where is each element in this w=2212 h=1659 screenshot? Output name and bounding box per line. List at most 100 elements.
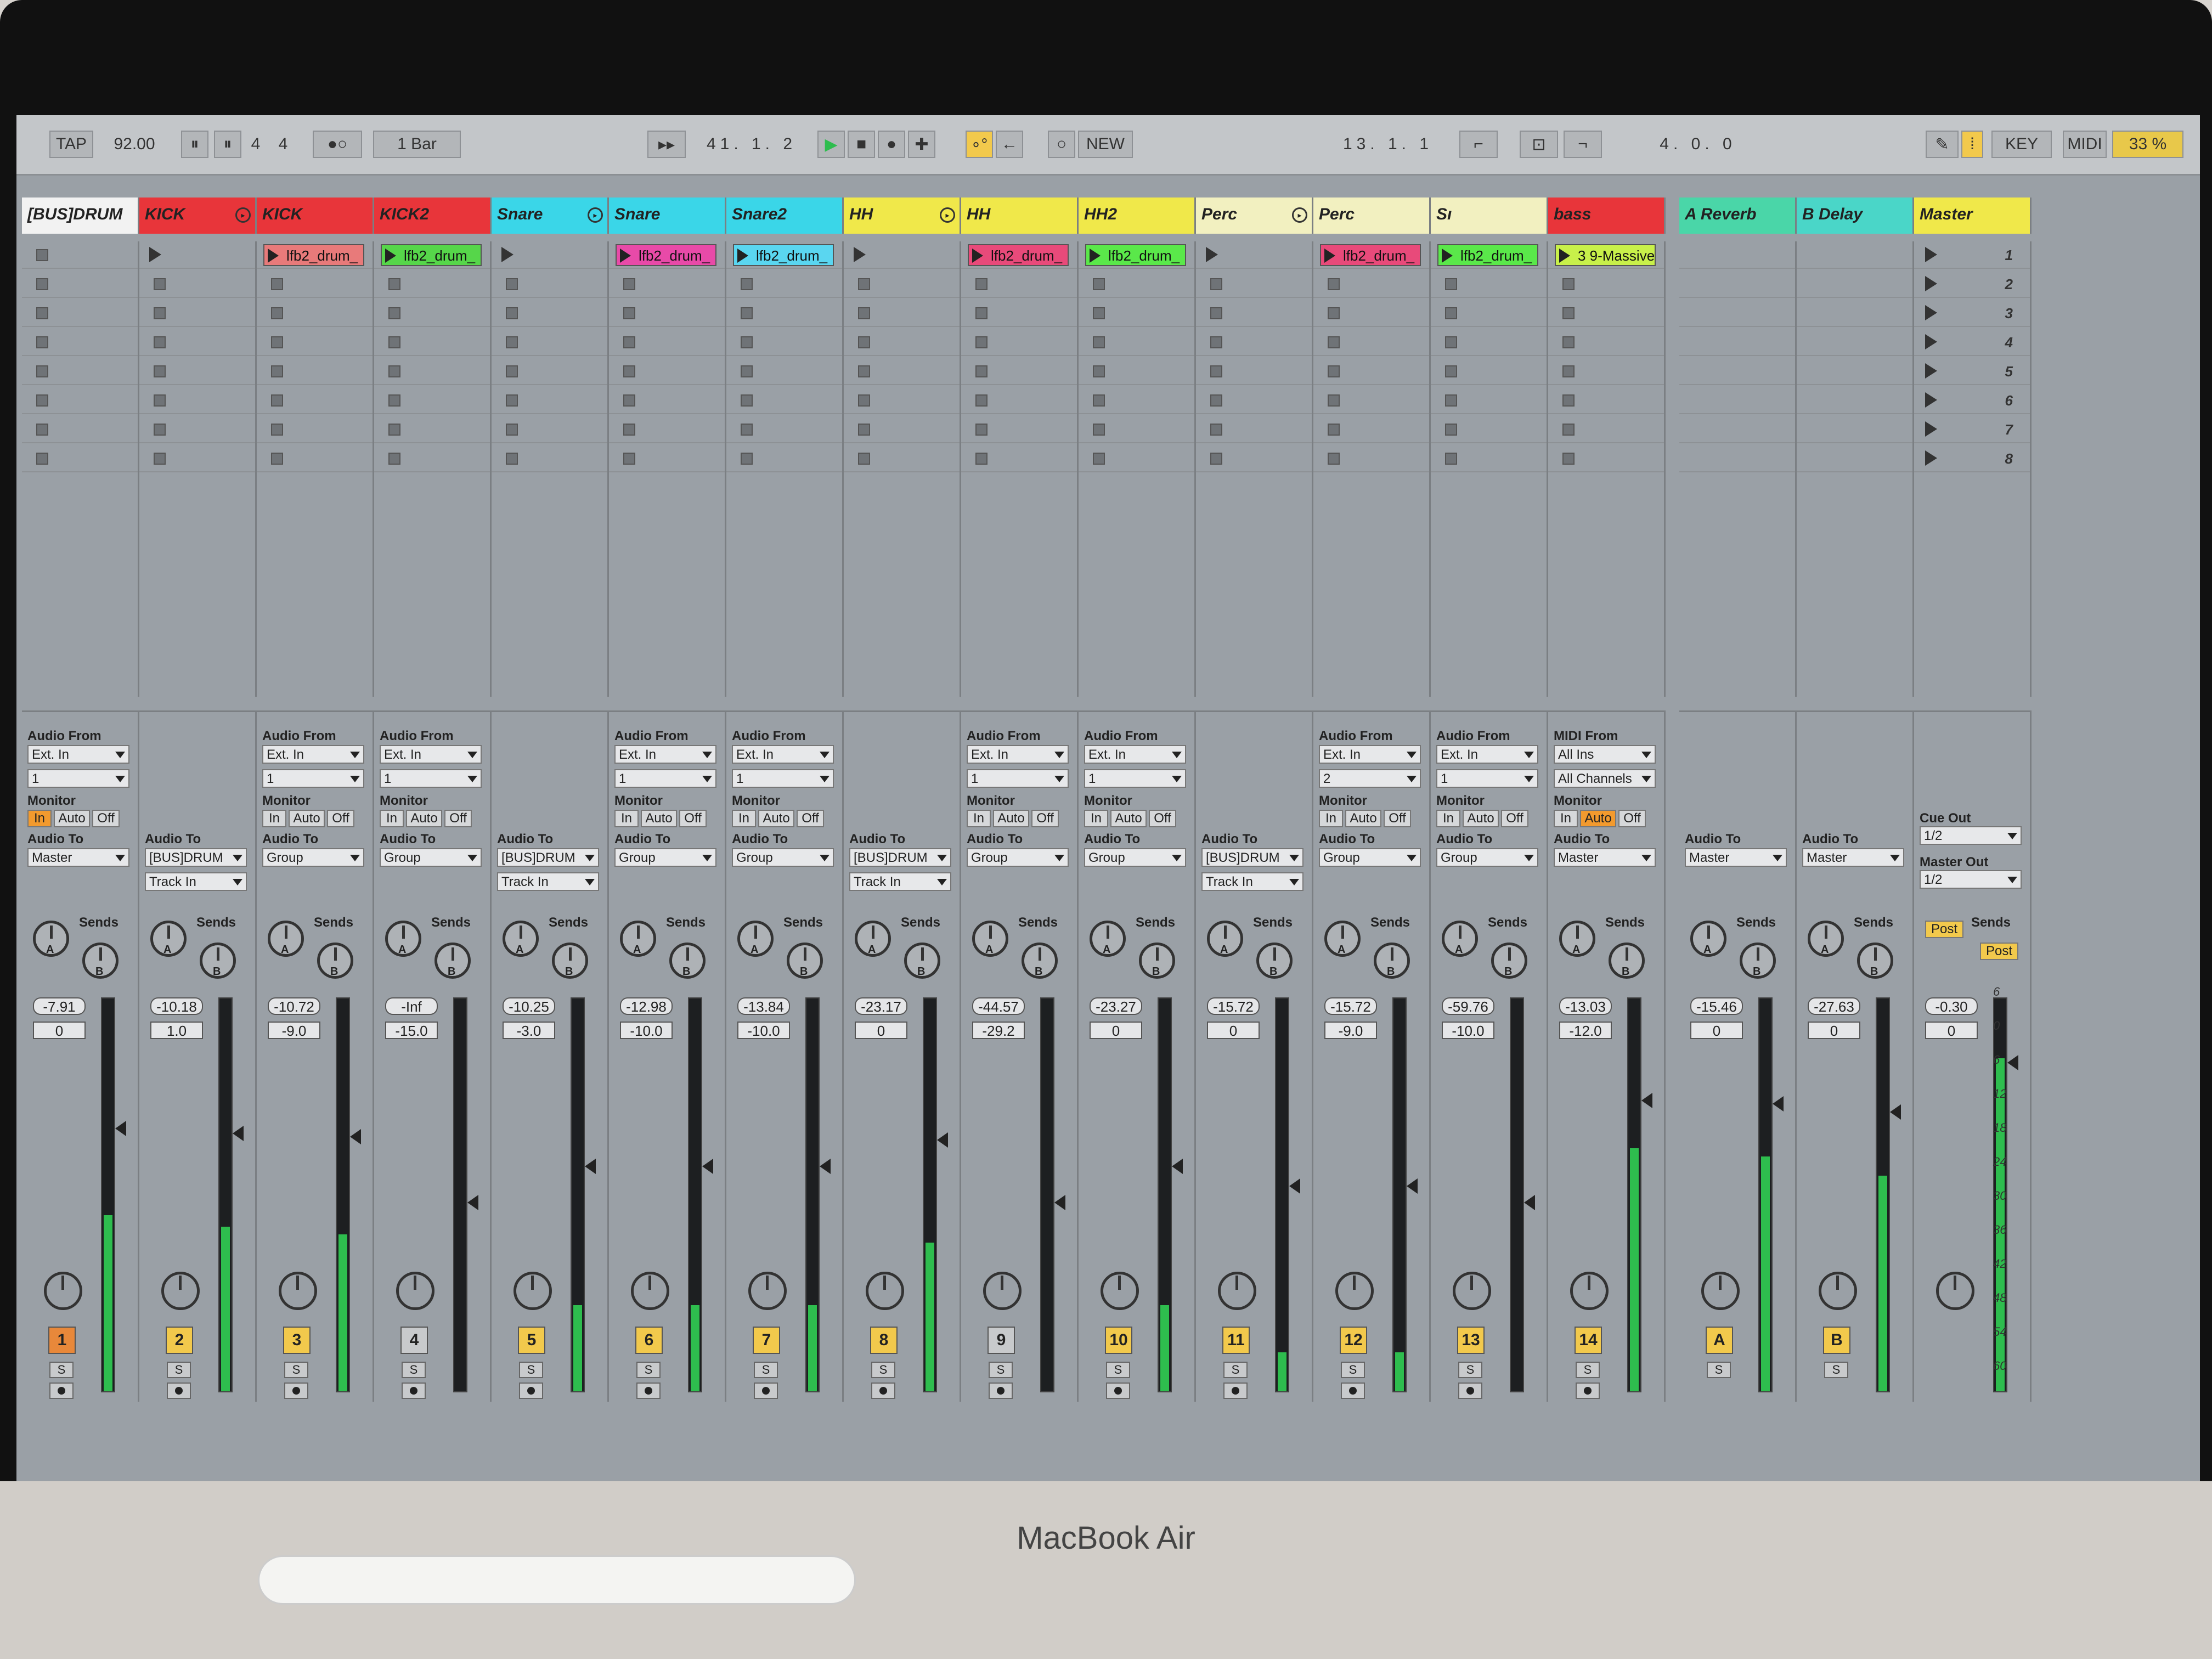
clip-stop-icon[interactable] (858, 424, 870, 436)
clip-slot[interactable] (1797, 300, 1912, 327)
clip-stop-icon[interactable] (1445, 424, 1457, 436)
clip-slot[interactable] (1797, 329, 1912, 356)
volume-readout[interactable]: -15.72 (1324, 997, 1377, 1015)
clip-stop-icon[interactable] (506, 365, 518, 377)
clip-stop-icon[interactable] (1210, 394, 1222, 407)
pan-knob[interactable] (279, 1272, 317, 1310)
clip-stop-icon[interactable] (506, 453, 518, 465)
clip-slot[interactable] (374, 329, 490, 356)
clip-stop-icon[interactable] (975, 365, 988, 377)
solo-button[interactable]: S (1223, 1362, 1248, 1378)
clip-stop-icon[interactable] (271, 424, 283, 436)
punch-in-icon[interactable]: ⌐ (1459, 131, 1498, 158)
return-post-button[interactable]: Post (1980, 943, 2018, 960)
clip-stop-icon[interactable] (975, 278, 988, 290)
clip-stop-icon[interactable] (858, 365, 870, 377)
pan-knob[interactable] (396, 1272, 435, 1310)
clip-stop-icon[interactable] (975, 453, 988, 465)
clip-stop-icon[interactable] (741, 365, 753, 377)
volume-fader-handle[interactable] (115, 1121, 126, 1136)
monitor-off-button[interactable]: Off (797, 810, 824, 827)
clip-slot[interactable] (1548, 416, 1664, 443)
arm-record-button[interactable] (284, 1383, 308, 1399)
clip-stop-icon[interactable] (1328, 453, 1340, 465)
clip-slot[interactable] (961, 445, 1077, 472)
group-fold-icon[interactable]: ▸ (235, 207, 251, 223)
clip-slot[interactable] (609, 416, 725, 443)
clip-stop-icon[interactable] (388, 336, 400, 348)
pan-readout[interactable]: 1.0 (150, 1022, 203, 1039)
clip-slot[interactable] (1431, 387, 1547, 414)
volume-fader-handle[interactable] (467, 1195, 478, 1210)
key-map-button[interactable]: KEY (1991, 131, 2052, 158)
pan-readout[interactable]: -10.0 (737, 1022, 790, 1039)
volume-fader-handle[interactable] (233, 1126, 244, 1141)
group-fold-icon[interactable]: ▸ (1292, 207, 1307, 223)
pan-knob[interactable] (1453, 1272, 1491, 1310)
clip-stop-icon[interactable] (1328, 365, 1340, 377)
pan-readout[interactable]: -9.0 (268, 1022, 320, 1039)
monitor-auto-button[interactable]: Auto (758, 810, 794, 827)
track-activator-button[interactable]: 8 (870, 1327, 898, 1354)
clip-slot[interactable] (139, 416, 255, 443)
clip-stop-icon[interactable] (1562, 307, 1575, 319)
clip-slot[interactable] (1431, 300, 1547, 327)
clip-slot[interactable] (22, 445, 138, 472)
clip-slot[interactable] (726, 270, 842, 298)
clip-stop-icon[interactable] (1093, 394, 1105, 407)
clip-play-icon[interactable] (1559, 249, 1570, 263)
solo-button[interactable]: S (49, 1362, 74, 1378)
clip-slot[interactable] (257, 270, 373, 298)
clip-stop-icon[interactable] (1093, 453, 1105, 465)
clip-slot[interactable] (139, 387, 255, 414)
clip-slot[interactable] (1548, 358, 1664, 385)
clip-slot[interactable] (726, 387, 842, 414)
clip-stop-icon[interactable] (388, 307, 400, 319)
clip-slot[interactable] (22, 270, 138, 298)
clip-stop-icon[interactable] (1328, 424, 1340, 436)
monitor-in-button[interactable]: In (380, 810, 404, 827)
input-channel-dropdown[interactable]: 1 (732, 769, 834, 788)
clip-slot[interactable] (139, 445, 255, 472)
volume-readout[interactable]: -23.17 (855, 997, 907, 1015)
clip-slot[interactable] (492, 387, 607, 414)
track-header-track-13[interactable]: Sı (1431, 198, 1548, 234)
clip-stop-icon[interactable] (741, 394, 753, 407)
clip-play-icon[interactable] (1442, 249, 1453, 263)
clip-slot[interactable] (1797, 270, 1912, 298)
volume-readout[interactable]: -23.27 (1090, 997, 1142, 1015)
clip-stop-icon[interactable] (271, 394, 283, 407)
clip[interactable]: lfb2_drum_ (616, 244, 716, 266)
clip-slot[interactable] (1679, 416, 1795, 443)
clip-stop-icon[interactable] (36, 278, 48, 290)
pan-readout[interactable]: -10.0 (1442, 1022, 1494, 1039)
clip[interactable]: lfb2_drum_ (968, 244, 1069, 266)
pan-knob[interactable] (748, 1272, 787, 1310)
monitor-auto-button[interactable]: Auto (1110, 810, 1147, 827)
track-activator-button[interactable]: 13 (1457, 1327, 1485, 1354)
clip-stop-icon[interactable] (36, 336, 48, 348)
volume-readout[interactable]: -59.76 (1442, 997, 1494, 1015)
clip-slot[interactable] (1679, 445, 1795, 472)
audio-from-dropdown[interactable]: Ext. In (27, 745, 129, 764)
clip-stop-icon[interactable] (741, 307, 753, 319)
clip-slot[interactable] (374, 445, 490, 472)
track-in-dropdown[interactable]: Track In (497, 872, 599, 891)
clip-slot[interactable] (1431, 445, 1547, 472)
group-launch-icon[interactable] (501, 247, 514, 262)
clip-slot[interactable] (257, 416, 373, 443)
audio-from-dropdown[interactable]: Ext. In (1436, 745, 1538, 764)
monitor-off-button[interactable]: Off (1618, 810, 1646, 827)
clip-slot[interactable] (1313, 445, 1429, 472)
group-fold-icon[interactable]: ▸ (588, 207, 603, 223)
volume-readout[interactable]: -13.03 (1559, 997, 1612, 1015)
clip-stop-icon[interactable] (741, 424, 753, 436)
clip-slot[interactable]: 8 (1914, 445, 2030, 472)
volume-readout[interactable]: -15.72 (1207, 997, 1260, 1015)
clip-slot[interactable] (1548, 270, 1664, 298)
clip-stop-icon[interactable] (741, 453, 753, 465)
monitor-in-button[interactable]: In (262, 810, 286, 827)
clip-slot[interactable] (1196, 387, 1312, 414)
monitor-in-button[interactable]: In (614, 810, 639, 827)
clip-slot[interactable] (492, 300, 607, 327)
